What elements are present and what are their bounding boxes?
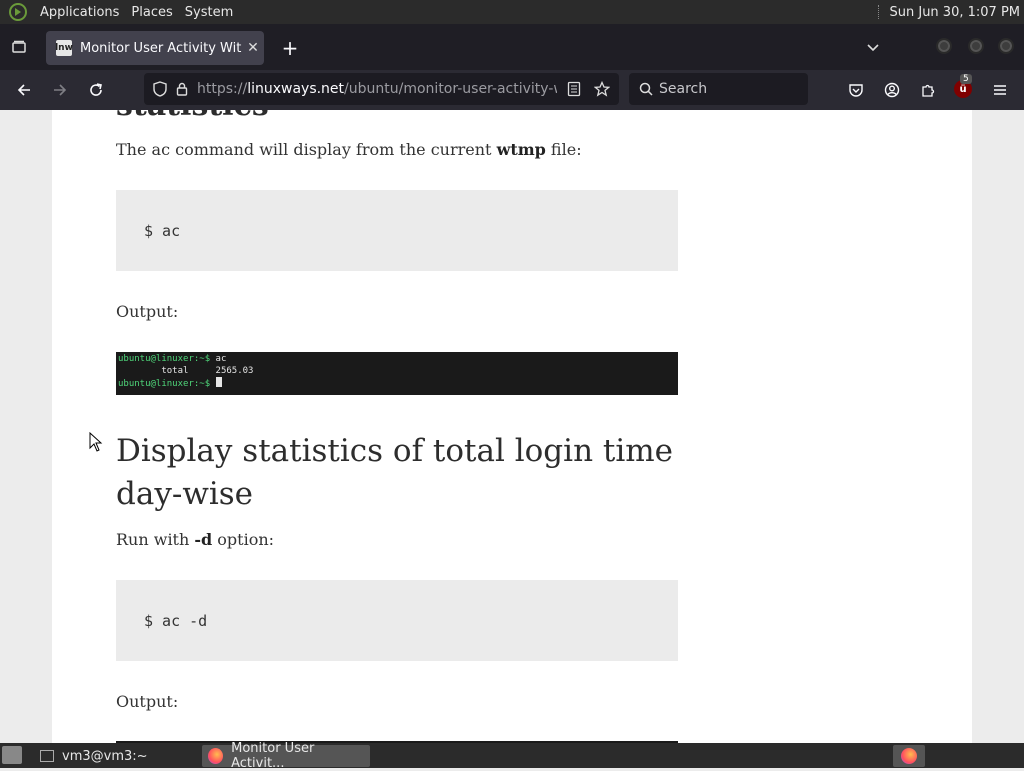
lock-icon[interactable]: [171, 78, 193, 100]
taskbar-item-terminal[interactable]: vm3@vm3:~: [34, 745, 198, 767]
reader-view-icon[interactable]: [563, 78, 585, 100]
terminal-cursor: [215, 377, 222, 387]
intro-paragraph: The ac command will display from the cur…: [116, 140, 582, 159]
bookmark-star-icon[interactable]: [591, 78, 613, 100]
distro-logo-icon[interactable]: [8, 2, 28, 22]
tab-overview-icon[interactable]: [0, 24, 38, 70]
mouse-pointer-icon: [89, 432, 103, 452]
section-heading: Display statistics of total login time d…: [116, 433, 674, 512]
section-heading-partial: statistics: [116, 110, 269, 123]
terminal-icon: [40, 750, 54, 762]
tab-title: Monitor User Activity With a: [80, 40, 242, 56]
hamburger-menu-icon[interactable]: [988, 78, 1012, 102]
account-icon[interactable]: [880, 78, 904, 102]
menu-places[interactable]: Places: [125, 5, 178, 20]
search-placeholder: Search: [659, 81, 708, 97]
extensions-puzzle-icon[interactable]: [916, 78, 940, 102]
output-label-2: Output:: [116, 692, 179, 711]
taskbar-item-firefox[interactable]: Monitor User Activit...: [202, 741, 370, 771]
url-bar[interactable]: https://linuxways.net/ubuntu/monitor-use…: [144, 73, 619, 105]
ublock-badge: 5: [960, 74, 972, 84]
list-all-tabs-chevron-icon[interactable]: [862, 36, 884, 58]
system-top-bar: Applications Places System Sun Jun 30, 1…: [0, 0, 1024, 24]
run-paragraph: Run with -d option:: [116, 530, 275, 549]
search-icon: [639, 82, 653, 96]
page-viewport[interactable]: statistics The ac command will display f…: [0, 110, 1024, 743]
back-button[interactable]: [12, 78, 36, 102]
code-block-ac[interactable]: $ ac: [116, 190, 678, 271]
show-desktop-icon[interactable]: [2, 746, 22, 764]
minimize-button[interactable]: [936, 38, 952, 54]
tab-active[interactable]: lnw Monitor User Activity With a ✕: [46, 31, 264, 65]
firefox-icon: [208, 748, 224, 764]
close-window-button[interactable]: [998, 38, 1014, 54]
firefox-tray-icon: [901, 748, 917, 764]
clock-area[interactable]: Sun Jun 30, 1:07 PM: [877, 0, 1021, 24]
tray-separator: [877, 5, 880, 19]
forward-button[interactable]: [48, 78, 72, 102]
menu-applications[interactable]: Applications: [34, 5, 125, 20]
terminal-screenshot: ubuntu@linuxer:~$ ac total 2565.03 ubunt…: [116, 352, 678, 395]
new-tab-button[interactable]: +: [278, 36, 302, 60]
url-text[interactable]: https://linuxways.net/ubuntu/monitor-use…: [197, 81, 557, 97]
code-block-ac-d[interactable]: $ ac -d: [116, 580, 678, 661]
site-favicon-icon: lnw: [55, 40, 73, 56]
clock-text: Sun Jun 30, 1:07 PM: [889, 4, 1021, 20]
tab-close-icon[interactable]: ✕: [242, 40, 264, 56]
pocket-icon[interactable]: [844, 78, 868, 102]
output-label: Output:: [116, 302, 179, 321]
search-input[interactable]: Search: [629, 73, 808, 105]
article-container: statistics The ac command will display f…: [52, 110, 972, 743]
menu-system[interactable]: System: [179, 5, 239, 20]
tray-firefox-icon[interactable]: [893, 745, 925, 767]
reload-button[interactable]: [84, 78, 108, 102]
maximize-button[interactable]: [968, 38, 984, 54]
tracking-protection-shield-icon[interactable]: [149, 78, 171, 100]
